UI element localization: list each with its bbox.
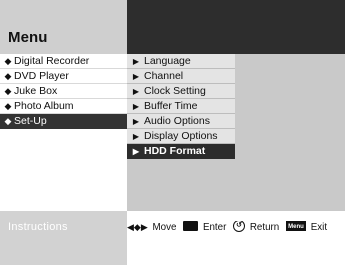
submenu-item-label: Clock Setting — [144, 85, 206, 97]
exit-label: Exit — [310, 221, 328, 233]
instructions-actions: ◀◆▶ Move Enter ↺ Return Menu Exit — [127, 221, 345, 235]
diamond-icon: ◆ — [4, 116, 12, 126]
submenu-item-clock-setting[interactable]: ▶ Clock Setting — [127, 84, 235, 99]
left-menu-item-set-up[interactable]: ◆ Set-Up — [0, 114, 127, 129]
title-dark-area — [127, 0, 345, 54]
enter-label: Enter — [202, 221, 227, 233]
diamond-icon: ◆ — [4, 71, 12, 81]
menu-title: Menu — [8, 29, 48, 46]
left-menu-item-digital-recorder[interactable]: ◆ Digital Recorder — [0, 54, 127, 69]
arrow-right-icon: ▶ — [132, 87, 140, 96]
left-menu-item-label: Juke Box — [14, 85, 58, 97]
instructions-label: Instructions — [8, 221, 68, 233]
left-menu-item-label: Digital Recorder — [14, 55, 90, 67]
submenu-item-label: Language — [144, 55, 191, 67]
diamond-icon: ◆ — [4, 86, 12, 96]
arrow-right-icon: ▶ — [132, 132, 140, 141]
instructions-bar: ◀◆▶ Move Enter ↺ Return Menu Exit — [127, 211, 345, 265]
move-label: Move — [152, 221, 177, 233]
return-icon: ↺ — [233, 221, 246, 232]
arrow-right-icon: ▶ — [132, 57, 140, 66]
left-menu-item-label: Photo Album — [14, 100, 74, 112]
direction-icon: ◀◆▶ — [127, 221, 148, 232]
left-menu-item-label: Set-Up — [14, 115, 47, 127]
left-menu-item-dvd-player[interactable]: ◆ DVD Player — [0, 69, 127, 84]
submenu-item-label: HDD Format — [144, 145, 206, 157]
submenu-item-label: Display Options — [144, 130, 218, 142]
diamond-icon: ◆ — [4, 56, 12, 66]
submenu-item-label: Channel — [144, 70, 184, 82]
left-menu-item-photo-album[interactable]: ◆ Photo Album — [0, 99, 127, 114]
diamond-icon: ◆ — [4, 101, 12, 111]
instructions-label-area: Instructions — [0, 211, 127, 265]
return-label: Return — [249, 221, 280, 233]
arrow-right-icon: ▶ — [132, 147, 140, 156]
left-menu-item-label: DVD Player — [14, 70, 69, 82]
arrow-right-icon: ▶ — [132, 72, 140, 81]
submenu-item-label: Buffer Time — [144, 100, 198, 112]
arrow-right-icon: ▶ — [132, 117, 140, 126]
submenu-item-buffer-time[interactable]: ▶ Buffer Time — [127, 99, 235, 114]
submenu-item-language[interactable]: ▶ Language — [127, 54, 235, 69]
menu-screen: Menu ◆ Digital Recorder ◆ DVD Player ◆ J… — [0, 0, 345, 265]
submenu-item-channel[interactable]: ▶ Channel — [127, 69, 235, 84]
submenu-item-display-options[interactable]: ▶ Display Options — [127, 129, 235, 144]
menu-button-icon: Menu — [285, 221, 306, 231]
enter-icon — [183, 221, 199, 231]
left-menu-item-juke-box[interactable]: ◆ Juke Box — [0, 84, 127, 99]
left-menu: ◆ Digital Recorder ◆ DVD Player ◆ Juke B… — [0, 54, 127, 211]
submenu-item-hdd-format[interactable]: ▶ HDD Format — [127, 144, 235, 159]
submenu-item-label: Audio Options — [144, 115, 210, 127]
submenu-item-audio-options[interactable]: ▶ Audio Options — [127, 114, 235, 129]
arrow-right-icon: ▶ — [132, 102, 140, 111]
